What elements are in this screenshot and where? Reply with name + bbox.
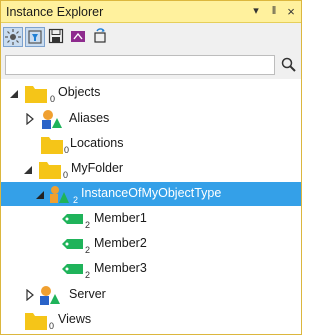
close-button[interactable]: × xyxy=(284,4,298,19)
member-tag-icon xyxy=(62,239,83,249)
window-title: Instance Explorer xyxy=(6,5,104,19)
instance-tree: 0 Objects Aliases 0 Locations 0 MyFolder… xyxy=(1,79,301,334)
expand-arrow-icon[interactable] xyxy=(25,113,35,125)
folder-icon xyxy=(41,137,63,154)
tree-node-member2[interactable]: 2 Member2 xyxy=(1,232,301,256)
tree-label: MyFolder xyxy=(71,161,124,175)
tree-node-member1[interactable]: 2 Member1 xyxy=(1,207,301,231)
instance-explorer-window: Instance Explorer ▾ ‖ × 0 Objects Aliase… xyxy=(0,0,302,335)
export-button[interactable] xyxy=(69,27,89,47)
collapse-arrow-icon[interactable] xyxy=(35,188,45,200)
export-icon xyxy=(71,31,85,42)
item-count: 0 xyxy=(49,321,55,331)
tree-label: Views xyxy=(58,312,92,326)
tree-node-views[interactable]: 0 Views xyxy=(1,308,301,332)
toggle-view-button[interactable] xyxy=(3,27,23,47)
expand-arrow-icon[interactable] xyxy=(25,289,35,301)
tree-node-objects[interactable]: 0 Objects xyxy=(1,81,301,105)
save-button[interactable] xyxy=(47,27,67,47)
search-icon xyxy=(281,57,296,72)
tree-label: Member1 xyxy=(94,211,147,225)
filter-button[interactable] xyxy=(25,27,45,47)
item-count: 2 xyxy=(85,220,91,230)
toolbar xyxy=(1,23,301,52)
tree-label: Locations xyxy=(70,136,124,150)
collapse-arrow-icon[interactable] xyxy=(9,87,19,99)
title-bar: Instance Explorer ▾ ‖ × xyxy=(1,1,301,23)
tree-node-server[interactable]: Server xyxy=(1,283,301,307)
object-shapes-icon xyxy=(42,110,62,129)
folder-icon xyxy=(25,313,47,330)
filter-icon xyxy=(28,30,42,44)
tree-node-myfolder[interactable]: 0 MyFolder xyxy=(1,157,301,181)
search-button[interactable] xyxy=(279,55,299,75)
member-tag-icon xyxy=(62,264,83,274)
tree-label: Member2 xyxy=(94,236,147,250)
item-count: 0 xyxy=(63,170,69,180)
folder-icon xyxy=(39,162,61,179)
tree-node-member3[interactable]: 2 Member3 xyxy=(1,257,301,281)
tree-node-instanceofmyobjecttype[interactable]: 2 InstanceOfMyObjectType xyxy=(1,182,301,206)
sun-icon xyxy=(5,29,21,45)
member-tag-icon xyxy=(62,214,83,224)
window-menu-button[interactable]: ▾ xyxy=(249,4,263,19)
refresh-icon xyxy=(94,28,106,43)
search-input[interactable] xyxy=(5,55,275,75)
search-row xyxy=(1,51,301,79)
object-instance-icon xyxy=(50,186,69,203)
tree-label: Aliases xyxy=(69,111,110,125)
item-count: 2 xyxy=(85,270,91,280)
tree-node-aliases[interactable]: Aliases xyxy=(1,107,301,131)
item-count: 2 xyxy=(85,245,91,255)
tree-label: InstanceOfMyObjectType xyxy=(81,186,222,200)
tree-label: Server xyxy=(69,287,106,301)
object-shapes-icon xyxy=(40,286,60,305)
refresh-button[interactable] xyxy=(91,27,111,47)
pin-button[interactable]: ‖ xyxy=(267,4,281,19)
tree-label: Member3 xyxy=(94,261,147,275)
tree-label: Objects xyxy=(58,85,101,99)
tree-node-locations[interactable]: 0 Locations xyxy=(1,132,301,156)
save-icon xyxy=(48,28,64,44)
collapse-arrow-icon[interactable] xyxy=(23,163,33,175)
item-count: 2 xyxy=(73,195,79,205)
item-count: 0 xyxy=(50,94,56,104)
folder-icon xyxy=(25,86,47,103)
item-count: 0 xyxy=(64,145,70,155)
